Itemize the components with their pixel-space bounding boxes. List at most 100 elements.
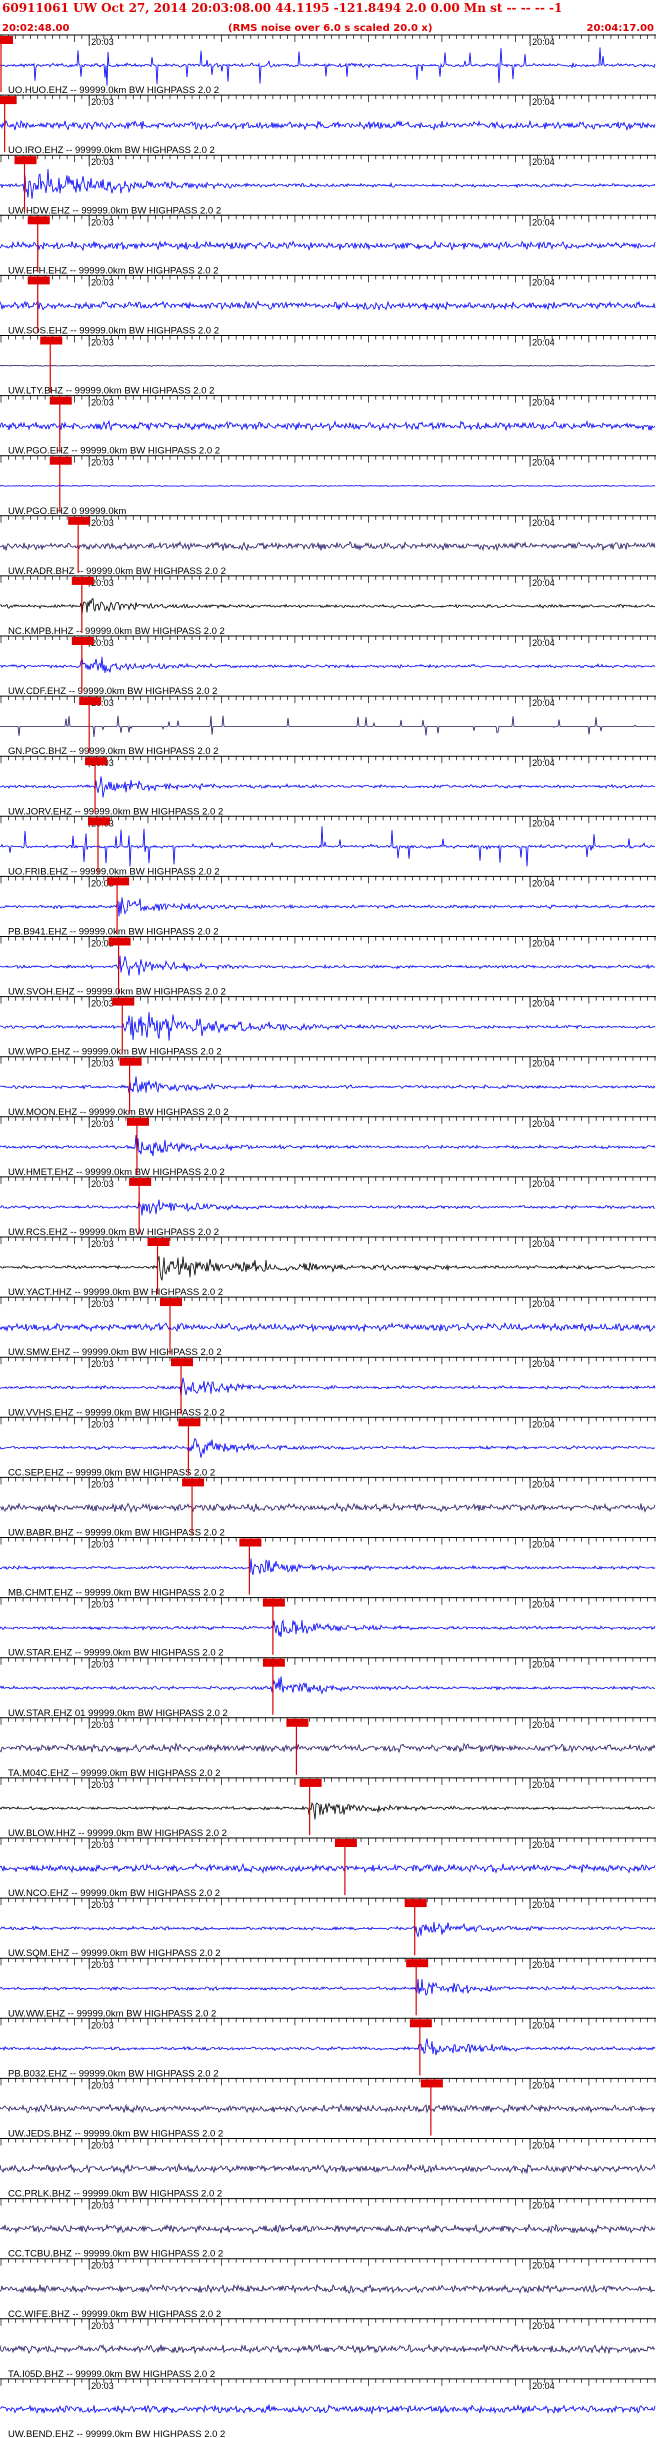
minute-label: 20:03 [91,97,114,107]
minute-label: 20:04 [532,1600,555,1610]
pick-marker [14,156,37,165]
minute-label: 20:04 [532,1900,555,1910]
minute-label: 20:03 [91,338,114,348]
station-label: CC.WIFE.BHZ -- 99999.0km BW HIGHPASS 2.0… [8,2309,221,2320]
station-label: TA.M04C.EHZ -- 99999.0km BW HIGHPASS 2.0… [8,1768,220,1779]
pick-marker [71,637,94,645]
pick-marker [299,1778,322,1787]
station-label: NC.KMPB.HHZ -- 99999.0km BW HIGHPASS 2.0… [8,626,225,637]
pick-marker [409,2019,432,2028]
station-label: UW.SQM.EHZ -- 99999.0km BW HIGHPASS 2.0 … [8,1948,221,1959]
pick-marker [85,757,108,766]
station-label: UW.PGO.EHZ -- 99999.0km BW HIGHPASS 2.0 … [8,446,220,457]
pick-marker [262,1598,285,1607]
pick-marker [286,1718,309,1727]
station-label: UW.YACT.HHZ -- 99999.0km BW HIGHPASS 2.0… [8,1287,223,1298]
minute-label: 20:04 [532,1660,555,1670]
minute-label: 20:04 [532,638,555,648]
minute-label: 20:04 [532,2321,555,2331]
pick-marker [420,2079,443,2088]
station-label: MB.CHMT.EHZ -- 99999.0km BW HIGHPASS 2.0… [8,1588,224,1599]
minute-label: 20:04 [532,398,555,408]
minute-label: 20:03 [91,1119,114,1129]
pick-marker [262,1658,285,1667]
chart-subtitle: (RMS noise over 6.0 s scaled 20.0 x) [228,23,432,34]
station-label: UW.NCO.EHZ -- 99999.0km BW HIGHPASS 2.0 … [8,1888,220,1899]
minute-label: 20:03 [91,398,114,408]
minute-label: 20:04 [532,2261,555,2271]
station-label: UW.SOS.EHZ -- 99999.0km BW HIGHPASS 2.0 … [8,326,219,337]
minute-label: 20:04 [532,2201,555,2211]
minute-label: 20:03 [91,1840,114,1850]
station-label: UW.SMW.EHZ -- 99999.0km BW HIGHPASS 2.0 … [8,1347,222,1358]
pick-marker [182,1478,205,1487]
minute-label: 20:03 [91,999,114,1009]
station-label: GN.PGC.BHZ -- 99999.0km BW HIGHPASS 2.0 … [8,746,218,757]
minute-label: 20:04 [532,458,555,468]
minute-label: 20:03 [91,1419,114,1429]
station-label: UW.HDW.EHZ -- 99999.0km BW HIGHPASS 2.0 … [8,205,221,216]
station-label: UW.EPH.EHZ -- 99999.0km BW HIGHPASS 2.0 … [8,265,218,276]
minute-label: 20:03 [91,1780,114,1790]
minute-label: 20:03 [91,157,114,167]
minute-label: 20:03 [91,1720,114,1730]
minute-label: 20:04 [532,2141,555,2151]
station-label: UO.FRIB.EHZ -- 99999.0km BW HIGHPASS 2.0… [8,866,220,877]
minute-label: 20:03 [91,458,114,468]
pick-marker [71,576,94,585]
station-label: UW.PGO.EHZ 0 99999.0km [8,506,126,517]
minute-label: 20:03 [91,1540,114,1550]
chart-title: 60911061 UW Oct 27, 2014 20:03:08.00 44.… [2,1,562,15]
station-label: UW.BLOW.HHZ -- 99999.0km BW HIGHPASS 2.0… [8,1828,227,1839]
station-label: CC.TCBU.BHZ -- 99999.0km BW HIGHPASS 2.0… [8,2249,223,2260]
pick-marker [171,1358,194,1367]
minute-label: 20:04 [532,1059,555,1069]
minute-label: 20:03 [91,518,114,528]
minute-label: 20:04 [532,157,555,167]
minute-label: 20:04 [532,1299,555,1309]
station-label: UW.WPO.EHZ -- 99999.0km BW HIGHPASS 2.0 … [8,1047,222,1058]
minute-label: 20:04 [532,578,555,588]
station-label: UW.CDF.EHZ -- 99999.0km BW HIGHPASS 2.0 … [8,686,217,697]
pick-marker [129,1177,152,1186]
minute-label: 20:04 [532,2020,555,2030]
minute-label: 20:04 [532,1840,555,1850]
pick-marker [107,877,130,886]
seismogram-chart: 60911061 UW Oct 27, 2014 20:03:08.00 44.… [0,0,656,2438]
pick-marker [404,1899,427,1908]
station-label: UW.MOON.EHZ -- 99999.0km BW HIGHPASS 2.0… [8,1107,229,1118]
minute-label: 20:03 [91,1059,114,1069]
minute-label: 20:04 [532,37,555,47]
minute-label: 20:04 [532,1780,555,1790]
start-time: 20:02:48.00 [2,23,70,34]
pick-marker [27,276,50,285]
pick-marker [334,1839,357,1847]
minute-label: 20:03 [91,217,114,227]
pick-marker [126,1117,149,1126]
pick-marker [87,817,110,826]
station-label: PB.B032.EHZ -- 99999.0km BW HIGHPASS 2.0… [8,2068,219,2079]
minute-label: 20:04 [532,1540,555,1550]
station-label: UW.RCS.EHZ -- 99999.0km BW HIGHPASS 2.0 … [8,1227,219,1238]
station-label: CC.SEP.EHZ -- 99999.0km BW HIGHPASS 2.0 … [8,1467,215,1478]
pick-marker [119,1057,142,1066]
minute-label: 20:03 [91,37,114,47]
station-label: UW.JEDS.BHZ -- 99999.0km BW HIGHPASS 2.0… [8,2129,223,2140]
pick-marker [147,1238,170,1246]
minute-label: 20:04 [532,217,555,227]
minute-label: 20:03 [91,1660,114,1670]
pick-marker [49,456,72,465]
minute-label: 20:03 [91,1359,114,1369]
minute-label: 20:04 [532,999,555,1009]
minute-label: 20:04 [532,878,555,888]
minute-label: 20:03 [91,1239,114,1249]
minute-label: 20:03 [91,2141,114,2151]
minute-label: 20:04 [532,818,555,828]
pick-marker [178,1418,201,1427]
minute-label: 20:04 [532,1119,555,1129]
station-label: UW.WW.EHZ -- 99999.0km BW HIGHPASS 2.0 2 [8,2008,216,2019]
minute-label: 20:03 [91,1179,114,1189]
station-label: TA.I05D.BHZ -- 99999.0km BW HIGHPASS 2.0… [8,2369,215,2380]
minute-label: 20:03 [91,1600,114,1610]
pick-marker [68,516,91,525]
